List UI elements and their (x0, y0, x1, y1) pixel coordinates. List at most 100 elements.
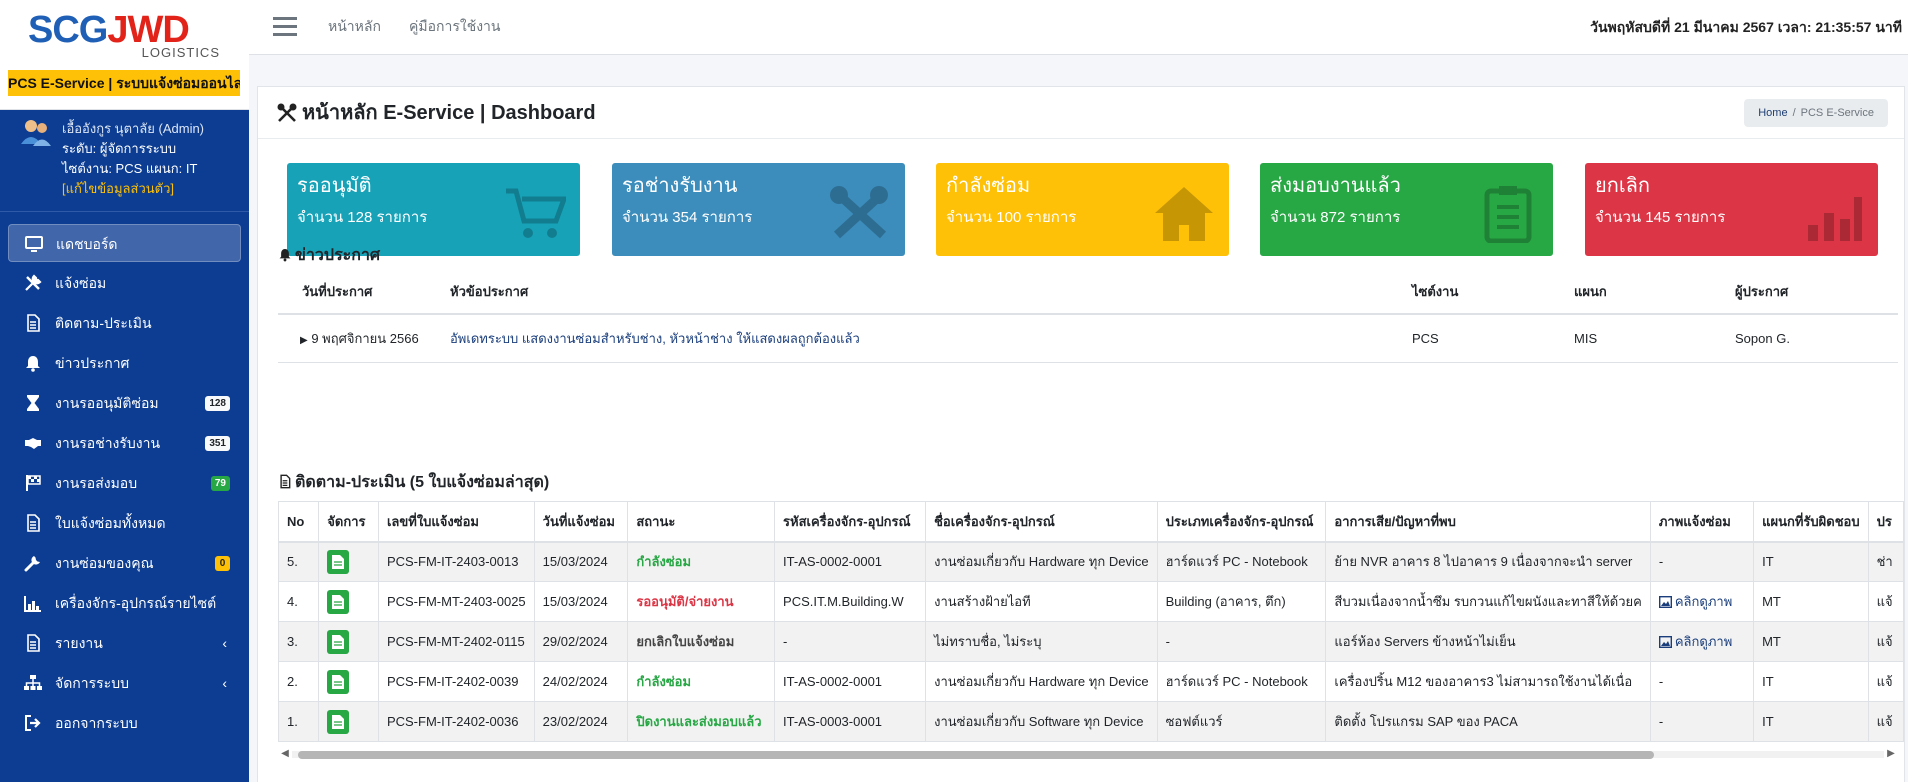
topnav-home-link[interactable]: หน้าหลัก (328, 0, 381, 52)
announcement-site: PCS (1412, 331, 1439, 346)
bell-icon (26, 356, 40, 372)
logo-subtext: LOGISTICS (141, 45, 220, 60)
breadcrumb-home-link[interactable]: Home (1758, 107, 1787, 119)
sidebar-item-system-management[interactable]: จัดการระบบ ‹ (8, 664, 241, 702)
sidebar-item-label: ข่าวประกาศ (55, 355, 130, 371)
sidebar-item-equipment-by-site[interactable]: เครื่องจักร-อุปกรณ์รายไซต์ (8, 584, 241, 622)
ticket-number[interactable]: PCS-FM-IT-2402-0039 (377, 661, 535, 702)
dashboard-card: หน้าหลัก E-Service | Dashboard Home / PCS … (257, 86, 1905, 782)
sidebar-item-label: รายงาน (55, 635, 103, 651)
report-date: 15/03/2024 (533, 541, 629, 582)
stat-title: ยกเลิก (1595, 175, 1651, 197)
ticket-number[interactable]: PCS-FM-IT-2403-0013 (377, 541, 535, 582)
sidebar-item-reports[interactable]: รายงาน ‹ (8, 624, 241, 662)
topnav-manual-link[interactable]: คู่มือการใช้งาน (409, 0, 500, 52)
logo-text-scg: SCG (28, 9, 108, 51)
equipment-code: IT-AS-0003-0001 (774, 701, 927, 742)
scroll-left-arrow-icon[interactable]: ◀ (278, 747, 292, 761)
view-image-link[interactable]: คลิกดูภาพ (1658, 594, 1733, 609)
horizontal-scrollbar[interactable]: ◀ ▶ (278, 747, 1898, 761)
sidebar: SCGJWD LOGISTICS PCS E-Service | ระบบแจ้… (0, 0, 249, 782)
sidebar-item-all-tickets[interactable]: ใบแจ้งซ่อมทั้งหมด (8, 504, 241, 542)
sidebar-item-dashboard[interactable]: แดชบอร์ด (8, 224, 241, 262)
table-row[interactable]: 4. PCS-FM-MT-2403-0025 15/03/2024 รออนุมัติ… (277, 581, 1905, 622)
user-level: ระดับ: ผู้จัดการระบบ (62, 141, 177, 156)
image-icon (1658, 635, 1672, 649)
ticket-number[interactable]: PCS-FM-MT-2402-0115 (377, 621, 535, 662)
stat-box-pending-approval[interactable]: รออนุมัติ จำนวน 128 รายการ (287, 163, 580, 256)
issue-description: ติดตั้ง โปรแกรม SAP ของ PACA (1325, 701, 1651, 742)
tools-icon (277, 103, 297, 122)
equipment-type: ฮาร์ดแวร์ PC - Notebook (1156, 661, 1327, 702)
file-icon (27, 514, 40, 532)
sidebar-item-label: งานรอส่งมอบ (55, 475, 138, 491)
user-panel: เอื้ออังกูร นุตาลัย (Admin) ระดับ: ผู้จั… (0, 110, 249, 212)
table-row[interactable]: 2. PCS-FM-IT-2402-0039 24/02/2024 กำลังซ่อม… (277, 661, 1905, 702)
announcement-dept: MIS (1574, 331, 1598, 346)
table-row[interactable]: 5. PCS-FM-IT-2403-0013 15/03/2024 กำลังซ่อม… (277, 541, 1905, 582)
sidebar-item-announcements[interactable]: ข่าวประกาศ (8, 344, 241, 382)
scroll-right-arrow-icon[interactable]: ▶ (1884, 747, 1898, 761)
column-header: ภาพแจ้งซ่อม (1649, 501, 1755, 543)
announcement-topic-link[interactable]: อัพเดทระบบ แสดงงานซ่อมสำหรับช่าง, หัวหน้… (450, 315, 860, 363)
announcements-title: ข่าวประกาศ (295, 247, 381, 264)
equipment-code: IT-AS-0002-0001 (774, 661, 927, 702)
stat-box-pending-technician[interactable]: รอช่างรับงาน จำนวน 354 รายการ (612, 163, 905, 256)
edit-profile-link[interactable]: [แก้ไขข้อมูลส่วนตัว] (62, 180, 174, 198)
sidebar-item-label: งานรอช่างรับงาน (55, 435, 161, 451)
view-image-link[interactable]: คลิกดูภาพ (1658, 634, 1732, 649)
responsible-dept: IT (1753, 661, 1869, 702)
ticket-number[interactable]: PCS-FM-IT-2402-0036 (377, 701, 535, 742)
sidebar-item-logout[interactable]: ออกจากระบบ (8, 704, 241, 742)
scrollbar-thumb[interactable] (298, 751, 1654, 759)
announcement-author: Sopon G. (1735, 331, 1790, 346)
row-number: 2. (277, 661, 320, 702)
table-row[interactable]: ▶ 9 พฤศจิกายน 2566 อัพเดทระบบ แสดงงานซ่อ… (278, 315, 1898, 363)
manage-cell (318, 661, 379, 702)
column-header: จัดการ (318, 501, 379, 543)
table-row[interactable]: 3. PCS-FM-MT-2402-0115 29/02/2024 ยกเลิกใบแ… (277, 621, 1905, 662)
sidebar-item-label: ติดตาม-ประเมิน (55, 315, 152, 331)
status-text: กำลังซ่อม (627, 541, 776, 582)
row-number: 4. (277, 581, 320, 622)
stat-box-delivered[interactable]: ส่งมอบงานแล้ว จำนวน 872 รายการ (1260, 163, 1553, 256)
sidebar-item-my-jobs[interactable]: งานซ่อมของคุณ 0 (8, 544, 241, 582)
extra-column: แจ้ (1867, 621, 1905, 662)
chevron-left-icon: ‹ (222, 635, 227, 651)
table-row[interactable]: 1. PCS-FM-IT-2402-0036 23/02/2024 ปิดงานและ… (277, 701, 1905, 742)
stat-title: ส่งมอบงานแล้ว (1270, 175, 1401, 197)
company-logo[interactable]: SCGJWD LOGISTICS (28, 8, 222, 60)
equipment-code: PCS.IT.M.Building.W (774, 581, 927, 622)
sidebar-item-pending-approval[interactable]: งานรออนุมัติซ่อม 128 (8, 384, 241, 422)
view-ticket-button[interactable] (327, 549, 350, 574)
sidebar-item-tracking[interactable]: ติดตาม-ประเมิน (8, 304, 241, 342)
menu-toggle-icon[interactable] (273, 16, 297, 38)
sidebar-item-repair-request[interactable]: แจ้งซ่อม (8, 264, 241, 302)
view-ticket-button[interactable] (327, 669, 350, 694)
file-icon (332, 714, 345, 729)
equipment-name: งานสร้างฝ้ายไอที (925, 581, 1158, 622)
view-ticket-button[interactable] (327, 709, 350, 734)
view-image-label: คลิกดูภาพ (1674, 594, 1733, 609)
sidebar-item-pending-technician[interactable]: งานรอช่างรับงาน 351 (8, 424, 241, 462)
manage-cell (318, 541, 379, 582)
table-header-row: วันที่ประกาศ หัวข้อประกาศ ไซต์งาน แผนก ผ… (278, 269, 1898, 315)
breadcrumb: Home / PCS E-Service (1744, 99, 1888, 127)
card-header: หน้าหลัก E-Service | Dashboard Home / PCS … (258, 87, 1904, 139)
view-ticket-button[interactable] (327, 629, 350, 654)
count-badge: 0 (215, 556, 230, 571)
ticket-number[interactable]: PCS-FM-MT-2403-0025 (377, 581, 535, 622)
page-title: หน้าหลัก E-Service | Dashboard (302, 102, 596, 124)
sidebar-item-label: ใบแจ้งซ่อมทั้งหมด (55, 515, 166, 531)
view-ticket-button[interactable] (327, 589, 350, 614)
system-name-band: PCS E-Service | ระบบแจ้งซ่อมออนไลน์ (8, 70, 240, 96)
status-text: กำลังซ่อม (627, 661, 776, 702)
stat-box-cancelled[interactable]: ยกเลิก จำนวน 145 รายการ (1585, 163, 1878, 256)
chart-icon (24, 596, 41, 612)
sitemap-icon (24, 675, 42, 690)
brand-area[interactable]: SCGJWD LOGISTICS PCS E-Service | ระบบแจ้… (0, 0, 249, 110)
sidebar-item-pending-delivery[interactable]: งานรอส่งมอบ 79 (8, 464, 241, 502)
home-icon (1155, 187, 1213, 241)
column-header: ผู้ประกาศ (1735, 284, 1789, 299)
stat-box-in-repair[interactable]: กำลังซ่อม จำนวน 100 รายการ (936, 163, 1229, 256)
